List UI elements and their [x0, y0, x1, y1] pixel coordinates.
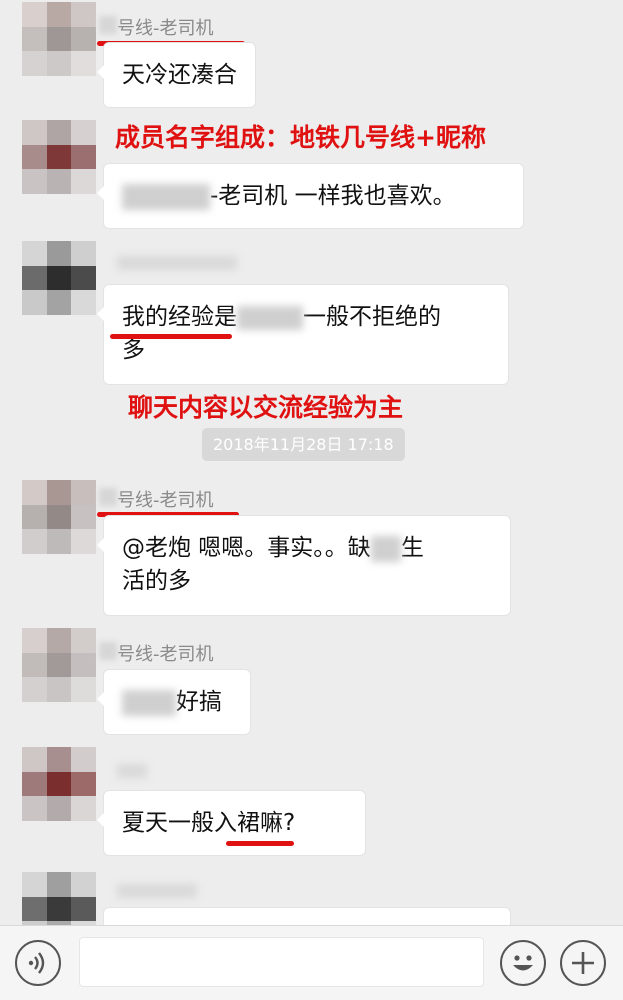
message-bubble[interactable]: -老司机 一样我也喜欢。 [97, 163, 524, 229]
message-bubble[interactable]: 好搞 [97, 669, 251, 735]
message-bubble[interactable]: 天冷还凑合 [97, 42, 256, 108]
underline-mark [226, 841, 294, 846]
sender-name: 号线-老司机 [99, 486, 214, 512]
plus-button[interactable] [560, 940, 606, 986]
sender-name: 号线-老司机 [99, 14, 214, 40]
message-bubble[interactable]: @老炮 嗯嗯。事实。。缺生 活的多 [97, 515, 511, 616]
input-bar [0, 925, 623, 1000]
voice-button[interactable] [15, 940, 61, 986]
avatar[interactable] [22, 747, 96, 821]
avatar[interactable] [22, 120, 96, 194]
sender-name [117, 252, 237, 270]
plus-icon [572, 952, 594, 974]
annotation-member-names: 成员名字组成：地铁几号线+昵称 [115, 123, 486, 152]
message-bubble[interactable]: 夏天一般入裙嘛? [97, 790, 366, 856]
emoji-icon [513, 955, 533, 971]
timestamp: 2018年11月28日 17:18 [202, 428, 405, 461]
message-input[interactable] [79, 937, 484, 987]
sender-name: 号线-老司机 [99, 640, 214, 666]
annotation-chat-content: 聊天内容以交流经验为主 [128, 393, 404, 422]
avatar[interactable] [22, 241, 96, 315]
avatar[interactable] [22, 2, 96, 76]
chat-area[interactable]: 号线-老司机 天冷还凑合 成员名字组成：地铁几号线+昵称 -老司机 一样我也喜欢… [0, 0, 623, 925]
message-bubble[interactable] [103, 907, 511, 925]
avatar[interactable] [22, 628, 96, 702]
underline-mark [110, 334, 232, 339]
sender-name [117, 760, 147, 778]
emoji-button[interactable] [500, 940, 546, 986]
avatar[interactable] [22, 872, 96, 925]
sender-name [117, 880, 197, 898]
voice-icon [28, 952, 45, 974]
avatar[interactable] [22, 480, 96, 554]
